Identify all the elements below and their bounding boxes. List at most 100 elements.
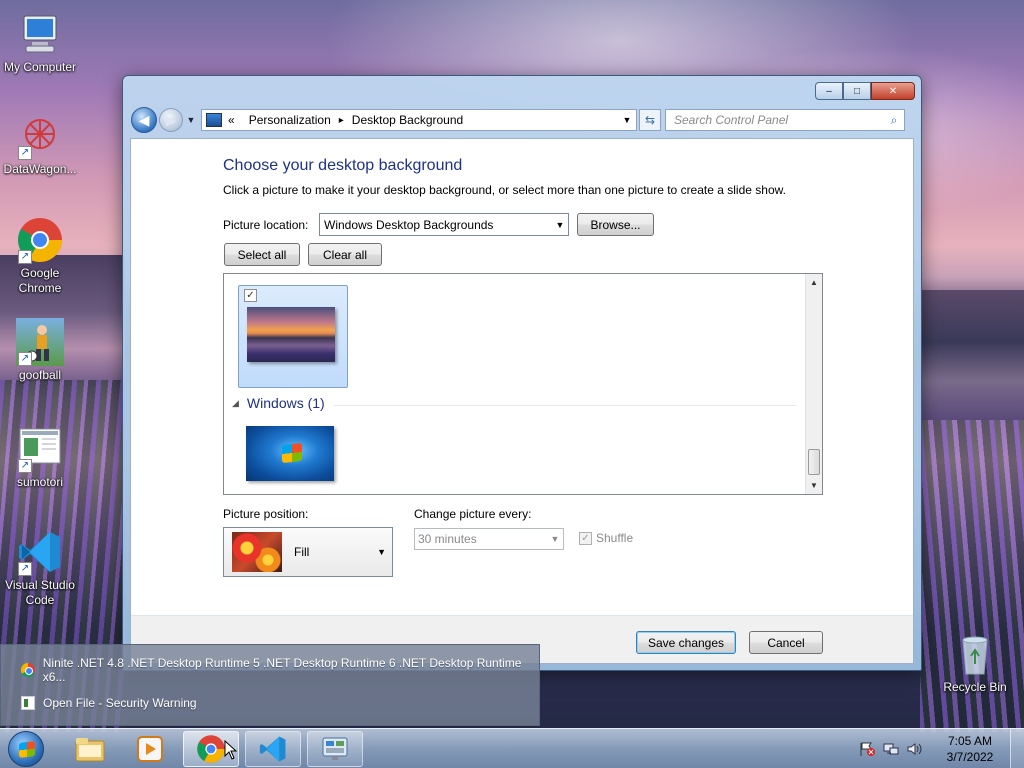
group-divider <box>334 405 796 406</box>
page-description: Click a picture to make it your desktop … <box>223 183 786 197</box>
taskbar-control-panel[interactable] <box>307 731 363 767</box>
file-icon <box>21 696 35 710</box>
shortcut-arrow-icon: ↗ <box>18 459 32 473</box>
desktop-icon-my-computer[interactable]: My Computer <box>0 10 80 75</box>
system-tray: 7:05 AM 3/7/2022 <box>858 729 1024 768</box>
action-center-flag-icon[interactable] <box>858 741 876 757</box>
media-player-icon <box>137 736 163 762</box>
scroll-up-icon[interactable]: ▲ <box>806 274 822 291</box>
minimize-button[interactable]: – <box>815 82 843 100</box>
chevron-down-icon: ▼ <box>377 547 386 557</box>
shortcut-arrow-icon: ↗ <box>18 250 32 264</box>
chevron-down-icon: ▼ <box>555 219 565 230</box>
address-dropdown-icon[interactable]: ▼ <box>618 115 636 125</box>
desktop-icon-label: DataWagon... <box>3 162 77 176</box>
gallery-scrollbar[interactable]: ▲ ▼ <box>805 274 822 494</box>
shuffle-checkbox[interactable]: ✓ Shuffle <box>579 531 633 545</box>
forward-button[interactable]: ▶ <box>159 108 183 132</box>
taskbar: 7:05 AM 3/7/2022 <box>0 728 1024 768</box>
desktop-icon-label: Google Chrome <box>18 266 62 295</box>
volume-icon[interactable] <box>906 741 924 757</box>
popup-item-security-warning[interactable]: Open File - Security Warning <box>21 692 197 714</box>
breadcrumb-prefix[interactable]: « <box>228 113 235 127</box>
chevron-down-icon: ▼ <box>550 534 560 544</box>
chrome-icon <box>21 663 35 677</box>
change-picture-label: Change picture every: <box>414 507 532 521</box>
picture-position-label: Picture position: <box>223 507 309 521</box>
maximize-button[interactable]: □ <box>843 82 871 100</box>
refresh-button[interactable]: ⇆ <box>639 109 661 131</box>
desktop-icon-vscode[interactable]: ↗ Visual Studio Code <box>0 528 80 608</box>
change-picture-interval-select[interactable]: 30 minutes ▼ <box>414 528 564 550</box>
vscode-icon: ↗ <box>16 528 64 576</box>
picture-position-select[interactable]: Fill ▼ <box>223 527 393 577</box>
goofball-icon: ↗ <box>16 318 64 366</box>
shuffle-label: Shuffle <box>596 531 634 545</box>
mouse-cursor-icon <box>224 740 238 760</box>
windows-default-thumbnail[interactable] <box>246 426 334 481</box>
desktop-icon-datawagon[interactable]: ↗ DataWagon... <box>0 112 80 177</box>
change-picture-value: 30 minutes <box>418 532 477 546</box>
taskbar-explorer[interactable] <box>62 731 118 767</box>
picture-gallery: ✓ ◢ Windows (1) ▲ ▼ <box>223 273 823 495</box>
scroll-down-icon[interactable]: ▼ <box>806 477 822 494</box>
show-desktop-button[interactable] <box>1010 729 1024 768</box>
taskbar-window-list-popup: Ninite .NET 4.8 .NET Desktop Runtime 5 .… <box>0 644 540 726</box>
flower-preview-icon <box>232 532 282 572</box>
back-arrow-icon: ◀ <box>138 111 150 128</box>
shortcut-arrow-icon: ↗ <box>18 146 32 160</box>
picture-location-select[interactable]: Windows Desktop Backgrounds ▼ <box>319 213 569 236</box>
datawagon-icon: ↗ <box>16 112 64 160</box>
desktop-icon-goofball[interactable]: ↗ goofball <box>0 318 80 383</box>
save-changes-button[interactable]: Save changes <box>636 631 736 654</box>
taskbar-vscode[interactable] <box>245 731 301 767</box>
breadcrumb-desktop-background[interactable]: Desktop Background <box>352 113 463 127</box>
folder-icon <box>75 738 105 762</box>
picture-location-label: Picture location: <box>223 218 309 232</box>
clock[interactable]: 7:05 AM 3/7/2022 <box>930 733 1010 765</box>
vscode-icon <box>259 736 286 762</box>
recycle-bin-icon <box>951 630 999 678</box>
clear-all-button[interactable]: Clear all <box>308 243 382 266</box>
navigation-bar: ◀ ▶ ▼ « Personalization ▸ Desktop Backgr… <box>131 106 913 134</box>
desktop-icon-recycle-bin[interactable]: Recycle Bin <box>935 630 1015 695</box>
desktop-icon-label: goofball <box>18 368 62 382</box>
recent-pages-dropdown[interactable]: ▼ <box>185 115 197 125</box>
taskbar-media-player[interactable] <box>122 731 178 767</box>
gallery-group-title: Windows (1) <box>246 395 325 411</box>
cancel-button[interactable]: Cancel <box>749 631 823 654</box>
computer-icon <box>16 10 64 58</box>
gallery-group-header[interactable]: ◢ Windows (1) <box>232 395 325 411</box>
page-title: Choose your desktop background <box>223 157 463 174</box>
picture-position-value: Fill <box>294 545 310 559</box>
popup-item-ninite[interactable]: Ninite .NET 4.8 .NET Desktop Runtime 5 .… <box>21 656 539 684</box>
close-button[interactable]: ✕ <box>871 82 915 100</box>
back-button[interactable]: ◀ <box>131 107 157 133</box>
scrollbar-thumb[interactable] <box>808 449 820 475</box>
popup-item-label: Open File - Security Warning <box>43 696 197 710</box>
browse-button[interactable]: Browse... <box>577 213 654 236</box>
address-bar[interactable]: « Personalization ▸ Desktop Background ▼ <box>201 109 637 131</box>
sunset-flowers-thumbnail <box>247 307 335 362</box>
network-icon[interactable] <box>882 741 900 757</box>
desktop-icon-chrome[interactable]: ↗ Google Chrome <box>0 216 80 296</box>
breadcrumb-personalization[interactable]: Personalization <box>249 113 331 127</box>
desktop-icon-sumotori[interactable]: ↗ sumotori <box>0 425 80 490</box>
control-panel-icon <box>322 737 348 760</box>
breadcrumb-separator[interactable]: ▸ <box>339 115 344 126</box>
window-caption-buttons: – □ ✕ <box>815 82 915 100</box>
clock-date: 3/7/2022 <box>946 750 994 764</box>
windows-logo-icon <box>282 442 302 464</box>
gallery-item-checkbox[interactable]: ✓ <box>244 289 257 302</box>
checkbox-icon: ✓ <box>579 531 592 545</box>
gallery-item-selected[interactable]: ✓ <box>238 285 348 388</box>
sumotori-icon: ↗ <box>16 425 64 473</box>
search-input[interactable]: Search Control Panel ⌕ <box>665 109 905 131</box>
start-button[interactable] <box>8 731 44 767</box>
desktop-icon-label: Visual Studio Code <box>5 578 75 607</box>
select-all-button[interactable]: Select all <box>224 243 300 266</box>
content-pane: Choose your desktop background Click a p… <box>130 138 914 664</box>
control-panel-icon <box>206 113 222 127</box>
search-icon[interactable]: ⌕ <box>884 113 904 128</box>
refresh-icon: ⇆ <box>644 113 656 127</box>
